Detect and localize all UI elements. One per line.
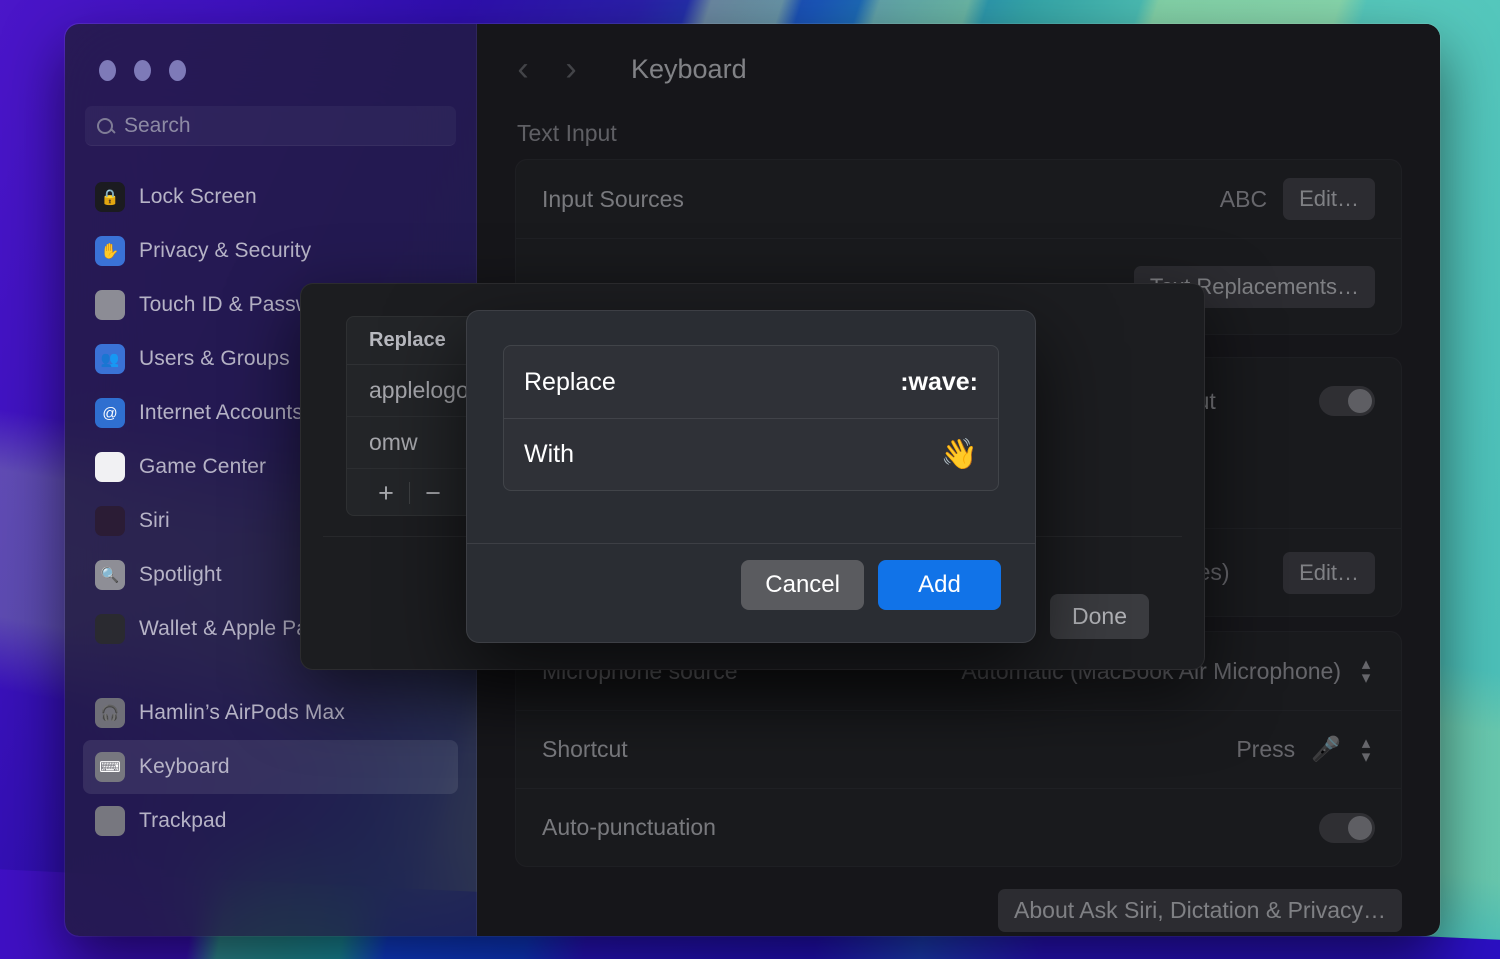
auto-punctuation-toggle[interactable] — [1319, 813, 1375, 843]
sidebar-item-lock-screen[interactable]: 🔒 Lock Screen — [83, 170, 458, 224]
hand-raised-icon: ✋ — [95, 236, 125, 266]
dialog-button-bar: Cancel Add — [741, 560, 1001, 610]
row-auto-punctuation[interactable]: Auto-punctuation — [516, 788, 1401, 866]
chevron-updown-icon[interactable]: ▴▾ — [1357, 736, 1375, 763]
add-replacement-dialog: Replace :wave: With 👋 Cancel Add — [466, 310, 1036, 643]
input-sources-edit-button[interactable]: Edit… — [1283, 178, 1375, 220]
sidebar-item-label: Siri — [139, 509, 170, 533]
sidebar-item-label: Trackpad — [139, 809, 227, 833]
window-controls — [65, 24, 476, 81]
dictation-shortcut-value: Press — [1236, 736, 1295, 763]
with-value-wave-emoji[interactable]: 👋 — [941, 437, 978, 472]
chevron-down-icon[interactable]: ▾ — [1357, 671, 1375, 685]
done-button[interactable]: Done — [1050, 594, 1149, 639]
search-icon — [97, 118, 113, 134]
sidebar-item-trackpad[interactable]: Trackpad — [83, 794, 458, 848]
add-button[interactable]: Add — [878, 560, 1001, 610]
with-label: With — [524, 440, 574, 469]
auto-punctuation-label: Auto-punctuation — [542, 814, 716, 841]
wallet-icon — [95, 614, 125, 644]
close-button[interactable] — [99, 60, 116, 81]
row-input-sources[interactable]: Input Sources ABC Edit… — [516, 160, 1401, 238]
sidebar-item-keyboard[interactable]: ⌨ Keyboard — [83, 740, 458, 794]
content-toolbar: ‹ › Keyboard — [477, 24, 1440, 114]
dialog-field-group: Replace :wave: With 👋 — [503, 345, 999, 491]
input-sources-value: ABC — [1220, 186, 1267, 213]
dialog-row-with[interactable]: With 👋 — [504, 418, 998, 490]
microphone-icon: 🎤 — [1311, 735, 1341, 764]
airpods-max-icon: 🎧 — [95, 698, 125, 728]
sidebar-item-privacy-security[interactable]: ✋ Privacy & Security — [83, 224, 458, 278]
languages-edit-button[interactable]: Edit… — [1283, 552, 1375, 594]
about-privacy-button[interactable]: About Ask Siri, Dictation & Privacy… — [998, 889, 1402, 932]
sidebar-item-label: Spotlight — [139, 563, 222, 587]
users-icon: 👥 — [95, 344, 125, 374]
keyboard-icon: ⌨ — [95, 752, 125, 782]
sidebar-item-hamlin-s-airpods-max[interactable]: 🎧 Hamlin’s AirPods Max — [83, 686, 458, 740]
dialog-row-replace[interactable]: Replace :wave: — [504, 346, 998, 418]
sidebar-item-label: Game Center — [139, 455, 266, 479]
touchid-icon — [95, 290, 125, 320]
toggle-knob — [1348, 389, 1372, 413]
dictation-shortcut-label: Shortcut — [542, 736, 628, 763]
sidebar-item-label: Lock Screen — [139, 185, 257, 209]
section-header-text-input: Text Input — [517, 120, 1402, 147]
forward-chevron-icon[interactable]: › — [559, 50, 583, 89]
dictation-shortcut-toggle[interactable] — [1319, 386, 1375, 416]
sidebar-search[interactable] — [85, 106, 456, 146]
sidebar-item-label: Hamlin’s AirPods Max — [139, 701, 345, 725]
row-dictation-shortcut[interactable]: Shortcut Press 🎤 ▴▾ — [516, 710, 1401, 788]
minimize-button[interactable] — [134, 60, 151, 81]
siri-icon — [95, 506, 125, 536]
back-chevron-icon[interactable]: ‹ — [511, 50, 535, 89]
add-replacement-button[interactable]: + — [363, 478, 409, 509]
sidebar-item-label: Privacy & Security — [139, 239, 311, 263]
at-sign-icon: @ — [95, 398, 125, 428]
lock-icon: 🔒 — [95, 182, 125, 212]
spotlight-icon: 🔍 — [95, 560, 125, 590]
remove-replacement-button[interactable]: − — [410, 478, 456, 509]
replace-label: Replace — [524, 368, 616, 397]
replace-value[interactable]: :wave: — [900, 368, 978, 397]
chevron-updown-icon[interactable]: ▴▾ — [1357, 657, 1375, 684]
zoom-button[interactable] — [169, 60, 186, 81]
input-sources-label: Input Sources — [542, 186, 684, 213]
toggle-knob — [1348, 816, 1372, 840]
trackpad-icon — [95, 806, 125, 836]
sidebar-item-label: Wallet & Apple Pay — [139, 617, 319, 641]
page-title: Keyboard — [631, 54, 747, 85]
chevron-down-icon[interactable]: ▾ — [1357, 750, 1375, 764]
sidebar-item-label: Users & Groups — [139, 347, 290, 371]
sidebar-item-label: Internet Accounts — [139, 401, 303, 425]
game-center-icon — [95, 452, 125, 482]
sidebar-item-label: Keyboard — [139, 755, 230, 779]
search-input[interactable] — [124, 114, 444, 138]
cancel-button[interactable]: Cancel — [741, 560, 864, 610]
dialog-separator — [467, 543, 1035, 544]
